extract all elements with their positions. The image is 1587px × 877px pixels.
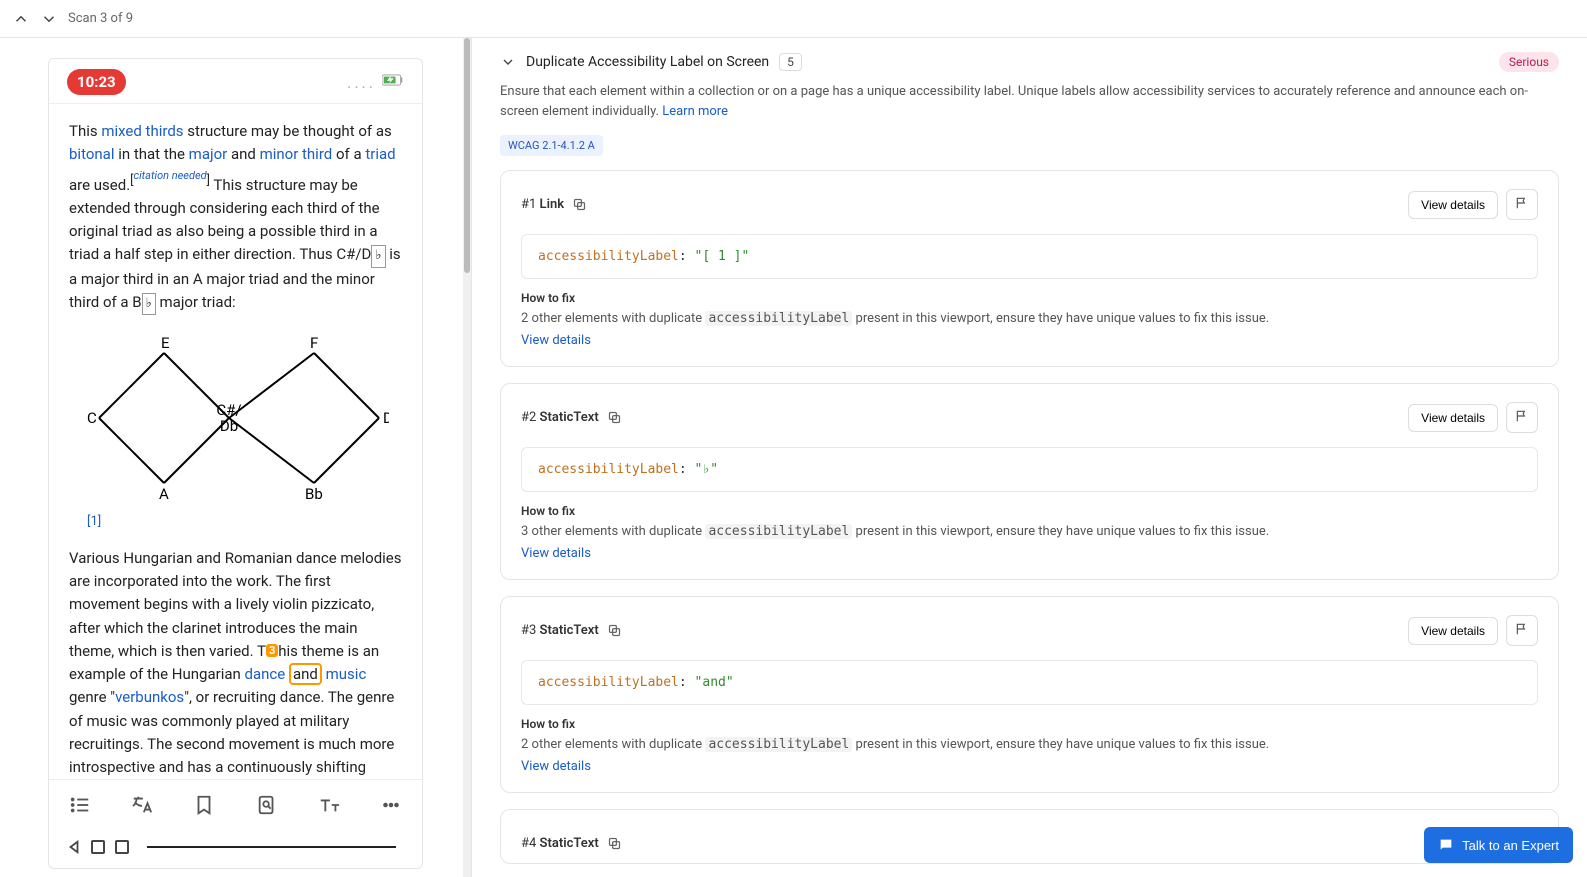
fix-text: 3 other elements with duplicate accessib… (521, 522, 1538, 542)
issue-item-card: #2 StaticText View details accessibility… (500, 383, 1559, 580)
link-minor-third[interactable]: minor third (260, 145, 333, 163)
issue-count: 5 (779, 53, 802, 71)
statusbar-time: 10:23 (67, 69, 126, 95)
next-scan-chevron[interactable] (40, 10, 58, 28)
issue-item-card: #1 Link View details accessibilityLabel:… (500, 170, 1559, 367)
fix-text: 2 other elements with duplicate accessib… (521, 309, 1538, 329)
code-snippet: accessibilityLabel: "♭" (521, 447, 1538, 492)
svg-text:C: C (87, 409, 97, 427)
bookmark-icon[interactable] (193, 794, 215, 820)
article-body[interactable]: This mixed thirds structure may be thoug… (49, 104, 422, 779)
translate-icon[interactable] (131, 794, 153, 820)
link-verbunkos[interactable]: verbunkos (115, 688, 184, 706)
collapse-issue-chevron[interactable] (500, 54, 516, 70)
copy-icon[interactable] (572, 197, 587, 212)
code-snippet: accessibilityLabel: "and" (521, 660, 1538, 705)
flag-button[interactable] (1506, 615, 1538, 646)
left-scrollbar[interactable] (463, 38, 471, 877)
scan-counter: Scan 3 of 9 (68, 11, 133, 26)
triad-diagram: E F C C#/ Db D A Bb (69, 333, 402, 507)
flag-button[interactable] (1506, 402, 1538, 433)
view-details-link[interactable]: View details (521, 333, 591, 348)
link-dance[interactable]: dance (245, 665, 286, 683)
learn-more-link[interactable]: Learn more (662, 104, 728, 119)
svg-text:A: A (159, 485, 169, 503)
toc-icon[interactable] (69, 794, 91, 820)
reference-1[interactable]: [1] (87, 514, 101, 529)
svg-text:Db: Db (220, 417, 238, 435)
find-icon[interactable] (256, 794, 278, 820)
svg-text:F: F (310, 334, 318, 352)
code-snippet: accessibilityLabel: "[ 1 ]" (521, 234, 1538, 279)
nav-recents[interactable] (115, 840, 129, 854)
highlight-and: and (289, 663, 322, 685)
issue-item-card: #3 StaticText View details accessibility… (500, 596, 1559, 793)
talk-to-expert-button[interactable]: Talk to an Expert (1424, 827, 1573, 863)
link-mixed-thirds[interactable]: mixed thirds (101, 122, 183, 140)
link-major[interactable]: major (189, 145, 228, 163)
how-to-fix-label: How to fix (521, 717, 1538, 731)
fix-text: 2 other elements with duplicate accessib… (521, 735, 1538, 755)
view-details-link[interactable]: View details (521, 759, 591, 774)
nav-slider[interactable] (147, 846, 396, 848)
issue-marker-3[interactable]: 3 (266, 644, 278, 657)
view-details-button[interactable]: View details (1408, 404, 1498, 432)
severity-badge: Serious (1499, 52, 1559, 72)
svg-text:Bb: Bb (305, 485, 323, 503)
issue-title: Duplicate Accessibility Label on Screen (526, 54, 769, 70)
how-to-fix-label: How to fix (521, 291, 1538, 305)
flag-button[interactable] (1506, 189, 1538, 220)
nav-back[interactable] (67, 840, 81, 854)
link-music[interactable]: music (326, 665, 367, 683)
link-bitonal[interactable]: bitonal (69, 145, 114, 163)
issue-item-card: #4 StaticText View details (500, 809, 1559, 864)
copy-icon[interactable] (607, 836, 622, 851)
link-triad[interactable]: triad (365, 145, 395, 163)
citation-needed[interactable]: citation needed (134, 169, 207, 182)
issue-description: Ensure that each element within a collec… (494, 82, 1565, 131)
view-details-button[interactable]: View details (1408, 617, 1498, 645)
more-icon[interactable] (380, 794, 402, 820)
battery-icon (382, 74, 404, 90)
copy-icon[interactable] (607, 623, 622, 638)
wcag-badge[interactable]: WCAG 2.1-4.1.2 A (500, 135, 603, 156)
copy-icon[interactable] (607, 410, 622, 425)
nav-home[interactable] (91, 840, 105, 854)
view-details-button[interactable]: View details (1408, 191, 1498, 219)
statusbar-dots: .... (347, 73, 376, 92)
prev-scan-chevron[interactable] (12, 10, 30, 28)
text-size-icon[interactable] (318, 794, 340, 820)
phone-mock: 10:23 .... This mixed thirds structure m… (48, 58, 423, 869)
view-details-link[interactable]: View details (521, 546, 591, 561)
svg-text:D: D (383, 409, 389, 427)
how-to-fix-label: How to fix (521, 504, 1538, 518)
svg-text:E: E (161, 334, 170, 352)
